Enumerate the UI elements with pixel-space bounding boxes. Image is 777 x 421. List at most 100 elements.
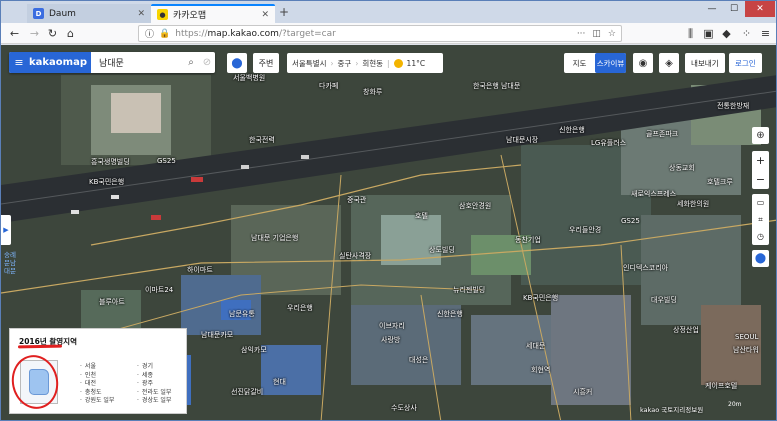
hamburger-menu-icon[interactable]: ≡ bbox=[9, 52, 29, 73]
close-tab-icon[interactable]: ✕ bbox=[261, 10, 269, 20]
map-label[interactable]: 케이프호텔 bbox=[705, 381, 737, 391]
map-label[interactable]: GS25 bbox=[157, 157, 176, 165]
location-pin-icon[interactable]: ⬤ bbox=[227, 53, 247, 73]
map-label[interactable]: SEOUL bbox=[735, 333, 758, 341]
map-label[interactable]: 상도빌딩 bbox=[429, 245, 455, 255]
dong-label[interactable]: 회현동 bbox=[362, 58, 383, 69]
map-label[interactable]: 실탄사격장 bbox=[339, 251, 371, 261]
login-button[interactable]: 로그인 bbox=[729, 53, 762, 73]
map-label[interactable]: 한국전력 bbox=[249, 135, 275, 145]
map-label[interactable]: 삼호안경원 bbox=[459, 201, 491, 211]
close-window-icon[interactable]: ✕ bbox=[745, 1, 775, 17]
my-location-icon[interactable]: ⊕ bbox=[752, 127, 769, 144]
map-label[interactable]: 중국관 bbox=[347, 195, 366, 205]
extensions-icon[interactable]: ⁘ bbox=[739, 26, 754, 41]
address-bar[interactable]: ⓘ 🔒 https://map.kakao.com/?target=car ··… bbox=[138, 25, 622, 42]
map-label[interactable]: 서울백병원 bbox=[233, 73, 265, 83]
map-label[interactable]: 흥국생명빌딩 bbox=[91, 157, 130, 167]
nearby-button[interactable]: 주변 bbox=[253, 53, 279, 73]
divider: | bbox=[387, 58, 390, 68]
map-label[interactable]: 남산타워 bbox=[733, 345, 759, 355]
map-label[interactable]: 다카페 bbox=[319, 81, 338, 91]
district-label[interactable]: 중구 bbox=[338, 58, 352, 69]
maximize-icon[interactable]: ☐ bbox=[723, 1, 745, 17]
map-label[interactable]: KB국민은행 bbox=[89, 177, 124, 187]
map-label[interactable]: 세화한의원 bbox=[677, 199, 709, 209]
map-label[interactable]: 사랑방 bbox=[381, 335, 400, 345]
home-icon[interactable]: ⌂ bbox=[63, 26, 78, 41]
reload-icon[interactable]: ↻ bbox=[45, 26, 60, 41]
map-label[interactable]: 신한은행 bbox=[437, 309, 463, 319]
map-label[interactable]: 전통한방재 bbox=[717, 101, 749, 111]
map-label[interactable]: LG유플러스 bbox=[591, 138, 626, 148]
map-label[interactable]: 신한은행 bbox=[559, 125, 585, 135]
map-label[interactable]: 상동교회 bbox=[669, 163, 695, 173]
map-label[interactable]: 세대문 bbox=[526, 341, 545, 351]
forward-icon[interactable]: → bbox=[27, 26, 42, 41]
library-icon[interactable]: ⫼ bbox=[683, 26, 698, 41]
map-label[interactable]: 이브자리 bbox=[379, 321, 405, 331]
area-measure-icon[interactable]: ⌗ bbox=[752, 211, 769, 228]
tab-kakaomap[interactable]: ● 카카오맵 ✕ bbox=[151, 4, 275, 23]
map-label[interactable]: 동찬기업 bbox=[515, 235, 541, 245]
search-icon[interactable]: ⌕ bbox=[183, 57, 199, 68]
zoom-in-icon[interactable]: + bbox=[752, 151, 769, 170]
map-label[interactable]: 호텔크루 bbox=[707, 177, 733, 187]
map-label[interactable]: 대성은 bbox=[409, 355, 428, 365]
map-label[interactable]: 골프존파크 bbox=[646, 129, 678, 139]
map-label[interactable]: 수도상사 bbox=[391, 403, 417, 413]
page-actions-icon[interactable]: ··· bbox=[577, 29, 586, 39]
bookmark-star-icon[interactable]: ☆ bbox=[608, 29, 616, 39]
search-input[interactable]: 남대문 bbox=[91, 56, 183, 69]
city-label[interactable]: 서울특별시 bbox=[292, 58, 327, 69]
map-label[interactable]: 한국은행 남대문 bbox=[473, 81, 520, 91]
map-label[interactable]: KB국민은행 bbox=[523, 293, 558, 303]
info-icon[interactable]: ⓘ bbox=[145, 27, 154, 40]
map-label[interactable]: 남대문시장 bbox=[506, 135, 538, 145]
map-label[interactable]: 대우빌딩 bbox=[651, 295, 677, 305]
map-type-map[interactable]: 지도 bbox=[564, 53, 595, 73]
zoom-out-icon[interactable]: − bbox=[752, 170, 769, 189]
map-label[interactable]: 남대문카모 bbox=[201, 330, 233, 340]
map-label[interactable]: 남대문 기업은행 bbox=[251, 233, 298, 243]
map-label[interactable]: 뉴리젠빌딩 bbox=[453, 285, 485, 295]
map-label[interactable]: 남문유통 bbox=[229, 309, 255, 319]
marker-icon[interactable]: ⬤ bbox=[752, 250, 769, 267]
back-icon[interactable]: ← bbox=[7, 26, 22, 41]
clock-icon[interactable]: ◷ bbox=[752, 228, 769, 245]
map-label[interactable]: 우리은행 bbox=[287, 303, 313, 313]
map-label[interactable]: GS25 bbox=[621, 217, 640, 225]
map-label[interactable]: 삼익카모 bbox=[241, 345, 267, 355]
map-label[interactable]: 창화루 bbox=[363, 87, 382, 97]
clear-icon[interactable]: ⊘ bbox=[199, 57, 215, 68]
map-type-skyview[interactable]: 스카이뷰 bbox=[595, 53, 626, 73]
sidebar-icon[interactable]: ▣ bbox=[701, 26, 716, 41]
ruler-icon[interactable]: ▭ bbox=[752, 194, 769, 211]
map-label[interactable]: 현대 bbox=[273, 377, 286, 387]
kakaomap-logo[interactable]: kakaomap bbox=[29, 52, 91, 73]
map-label[interactable]: 새로익스프레스 bbox=[631, 189, 676, 199]
panel-toggle-icon[interactable]: ▶ bbox=[1, 215, 11, 245]
close-tab-icon[interactable]: ✕ bbox=[137, 9, 145, 19]
layers-icon[interactable]: ◈ bbox=[659, 53, 679, 73]
kakaomap-favicon-icon: ● bbox=[157, 9, 168, 20]
map-label[interactable]: 회현역 bbox=[531, 365, 550, 375]
share-button[interactable]: 내보내기 bbox=[685, 53, 725, 73]
addon-icon[interactable]: ◆ bbox=[719, 26, 734, 41]
minimize-icon[interactable]: — bbox=[701, 1, 723, 17]
map-label[interactable]: 선진닭갈비 bbox=[231, 387, 263, 397]
pocket-icon[interactable]: ◫ bbox=[592, 29, 601, 39]
map-label[interactable]: 시흥커 bbox=[573, 387, 592, 397]
map-label[interactable]: 이마트24 bbox=[145, 285, 173, 295]
map-canvas[interactable]: 서울백병원 다카페 창화루 한국은행 남대문 한국전력 흥국생명빌딩 GS25 … bbox=[1, 45, 776, 420]
roadview-icon[interactable]: ◉ bbox=[633, 53, 653, 73]
new-tab-button[interactable]: + bbox=[279, 5, 289, 19]
map-label[interactable]: 인디텍스코리아 bbox=[623, 263, 668, 273]
map-label[interactable]: 블루아트 bbox=[99, 297, 125, 307]
map-label[interactable]: 상정산업 bbox=[673, 325, 699, 335]
tab-daum[interactable]: D Daum ✕ bbox=[27, 4, 151, 23]
map-label[interactable]: 우리들안경 bbox=[569, 225, 601, 235]
map-label[interactable]: 호텔 bbox=[415, 211, 428, 221]
map-label[interactable]: 하이마트 bbox=[187, 265, 213, 275]
menu-icon[interactable]: ≡ bbox=[758, 26, 773, 41]
